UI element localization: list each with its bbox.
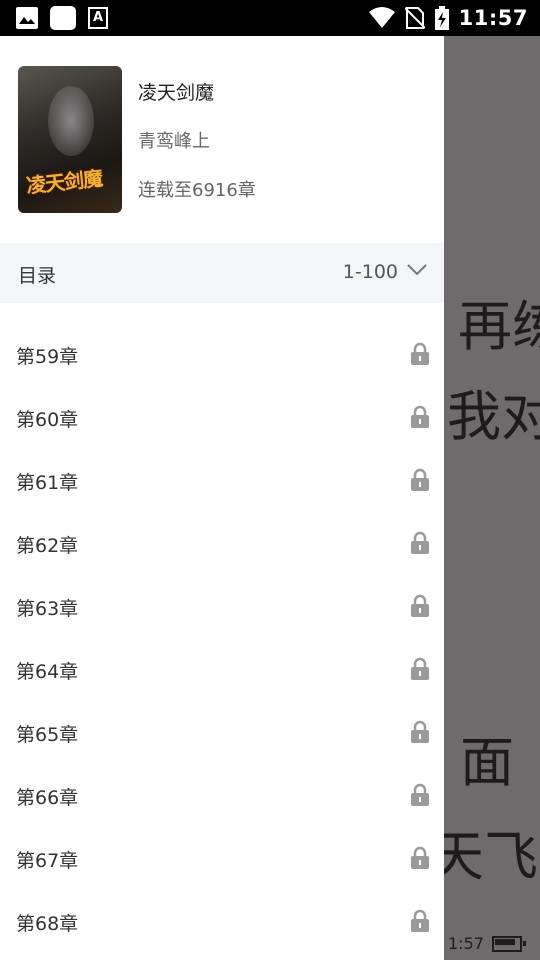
cover-title-art: 凌天剑魔 xyxy=(25,166,104,198)
chapter-item[interactable]: 第60章 xyxy=(0,385,444,448)
chapter-item[interactable]: 第67章 xyxy=(0,826,444,889)
status-bar: A 11:57 xyxy=(0,0,540,36)
image-icon xyxy=(16,7,38,29)
status-time: 11:57 xyxy=(458,6,528,30)
reader-text-line: 再练 xyxy=(458,295,540,358)
book-title: 凌天剑魔 xyxy=(138,82,215,104)
wifi-icon xyxy=(368,7,395,28)
app-square-icon xyxy=(50,6,76,30)
book-cover[interactable]: 凌天剑魔 xyxy=(18,66,122,213)
lock-icon xyxy=(411,531,429,554)
chapter-title: 第60章 xyxy=(16,409,79,431)
chapter-title: 第64章 xyxy=(16,661,79,683)
chapter-title: 第68章 xyxy=(16,913,79,935)
reader-text-line: 天飞 xyxy=(430,825,538,888)
chapter-item[interactable]: 第66章 xyxy=(0,763,444,826)
chapter-item[interactable]: 第65章 xyxy=(0,700,444,763)
text-a-icon: A xyxy=(88,7,108,29)
toc-range-selector[interactable]: 1-100 xyxy=(343,261,398,283)
chapter-drawer: 凌天剑魔 凌天剑魔 青鸾峰上 连载至6916章 目录 1-100 第58章第59… xyxy=(0,36,444,960)
chapter-item[interactable]: 第63章 xyxy=(0,574,444,637)
chapter-title: 第61章 xyxy=(16,472,79,494)
chapter-item[interactable]: 第61章 xyxy=(0,448,444,511)
reader-time: 1:57 xyxy=(448,934,484,953)
chapter-title: 第58章 xyxy=(16,303,78,306)
reader-status: 1:57 xyxy=(448,934,526,953)
chapter-title: 第62章 xyxy=(16,535,79,557)
book-author: 青鸾峰上 xyxy=(138,131,210,152)
chapter-item[interactable]: 第68章 xyxy=(0,889,444,952)
toc-header[interactable]: 目录 1-100 xyxy=(0,243,444,303)
no-sim-icon xyxy=(404,7,425,29)
chapter-item[interactable]: 第64章 xyxy=(0,637,444,700)
chevron-down-icon[interactable] xyxy=(406,263,428,277)
lock-icon xyxy=(411,783,429,806)
chapter-list[interactable]: 第58章第59章第60章第61章第62章第63章第64章第65章第66章第67章… xyxy=(0,303,444,960)
chapter-title: 第59章 xyxy=(16,346,79,368)
toc-label: 目录 xyxy=(18,265,57,287)
lock-icon xyxy=(411,846,429,869)
lock-icon xyxy=(411,657,429,680)
cover-art-figure xyxy=(48,86,94,156)
chapter-title: 第65章 xyxy=(16,724,79,746)
chapter-item[interactable]: 第59章 xyxy=(0,322,444,385)
lock-icon xyxy=(411,720,429,743)
lock-icon xyxy=(411,909,429,932)
lock-icon xyxy=(411,405,429,428)
chapter-item[interactable]: 第62章 xyxy=(0,511,444,574)
book-info[interactable]: 凌天剑魔 凌天剑魔 青鸾峰上 连载至6916章 xyxy=(0,36,444,243)
lock-icon xyxy=(411,594,429,617)
chapter-title: 第63章 xyxy=(16,598,79,620)
chapter-title: 第66章 xyxy=(16,787,79,809)
lock-icon xyxy=(411,468,429,491)
chapter-title: 第67章 xyxy=(16,850,79,872)
chapter-item[interactable]: 第58章 xyxy=(0,303,444,322)
reader-text-line: 我对 xyxy=(447,385,540,448)
lock-icon xyxy=(411,342,429,365)
reader-text-line: 面 xyxy=(460,731,514,794)
battery-icon xyxy=(491,935,526,952)
battery-charging-icon xyxy=(434,6,449,30)
book-status: 连载至6916章 xyxy=(138,180,256,201)
